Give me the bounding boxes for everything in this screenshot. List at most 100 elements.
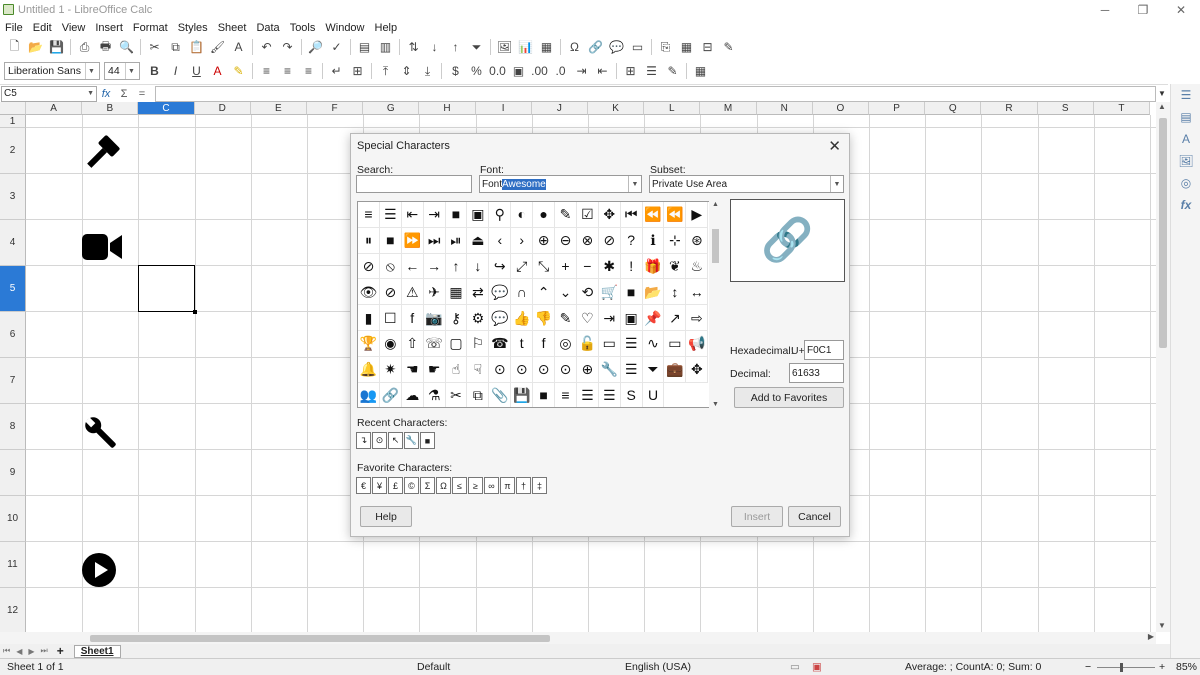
last-sheet-icon[interactable]: ⏭ <box>41 646 48 656</box>
cancel-button[interactable]: Cancel <box>788 506 841 527</box>
comment-icon[interactable]: 💬 <box>607 38 626 57</box>
character-cell[interactable]: ℹ <box>642 227 665 254</box>
character-cell[interactable]: ⚙ <box>467 305 490 331</box>
row-header-7[interactable]: 7 <box>0 358 26 404</box>
column-header-i[interactable]: I <box>475 102 532 115</box>
hscroll-thumb[interactable] <box>90 635 550 642</box>
sort-ascending-icon[interactable]: ↓ <box>425 38 444 57</box>
character-cell[interactable]: ⊘ <box>379 279 402 306</box>
character-cell[interactable]: ⊙ <box>489 356 512 383</box>
favorite-character[interactable]: £ <box>388 477 403 494</box>
pivot-table-icon[interactable]: ▦ <box>537 38 556 57</box>
row-header-4[interactable]: 4 <box>0 220 26 266</box>
maximize-button[interactable]: ❐ <box>1124 0 1162 19</box>
chevron-down-icon[interactable]: ▼ <box>85 63 97 79</box>
row-header-12[interactable]: 12 <box>0 588 26 632</box>
wrap-text-icon[interactable]: ↵ <box>327 62 346 81</box>
navigator-icon[interactable]: ◎ <box>1171 172 1200 194</box>
character-cell[interactable]: ⊛ <box>686 227 709 254</box>
menu-file[interactable]: File <box>0 22 28 34</box>
column-header-b[interactable]: B <box>82 102 139 115</box>
date-format-icon[interactable]: ▣ <box>509 62 528 81</box>
character-cell[interactable]: ◐ <box>511 202 534 228</box>
undo-icon[interactable]: ↶ <box>257 38 276 57</box>
character-cell[interactable]: ≡ <box>358 202 380 228</box>
character-cell[interactable]: ⤡ <box>533 253 556 280</box>
align-center-icon[interactable]: ≡ <box>278 62 297 81</box>
percent-icon[interactable]: % <box>467 62 486 81</box>
subset-select[interactable]: Private Use Area ▼ <box>649 175 844 193</box>
styles-icon[interactable]: A <box>1171 128 1200 150</box>
bold-icon[interactable]: B <box>145 62 164 81</box>
column-header-t[interactable]: T <box>1093 102 1150 115</box>
character-cell[interactable]: ⇧ <box>401 330 424 357</box>
video-camera-icon[interactable] <box>82 230 124 272</box>
menu-window[interactable]: Window <box>320 22 369 34</box>
character-cell[interactable]: ⊙ <box>511 356 534 383</box>
character-cell[interactable]: ⊕ <box>533 227 556 254</box>
character-cell[interactable]: ⏯ <box>445 227 468 254</box>
menu-sheet[interactable]: Sheet <box>213 22 252 34</box>
character-cell[interactable]: 💾 <box>511 382 534 407</box>
menu-data[interactable]: Data <box>251 22 284 34</box>
character-cell[interactable]: ☚ <box>401 356 424 383</box>
character-cell[interactable]: ↗ <box>664 305 687 331</box>
name-box[interactable]: C5 ▼ <box>1 85 97 102</box>
selected-cell-c5[interactable] <box>138 265 197 314</box>
borders-icon[interactable]: ⊞ <box>621 62 640 81</box>
sort-icon[interactable]: ⇅ <box>404 38 423 57</box>
character-cell[interactable]: + <box>555 253 577 280</box>
favorite-character[interactable]: © <box>404 477 419 494</box>
column-header-s[interactable]: S <box>1037 102 1094 115</box>
character-cell[interactable]: 🛒 <box>598 279 621 306</box>
favorite-character[interactable]: π <box>500 477 515 494</box>
character-cell[interactable]: ⌄ <box>555 279 577 306</box>
character-cell[interactable]: 🏆 <box>358 330 380 357</box>
character-cell[interactable]: ⏪ <box>642 202 665 228</box>
wrench-icon[interactable] <box>82 414 120 461</box>
character-cell[interactable]: ≡ <box>555 382 577 407</box>
character-cell[interactable]: ■ <box>379 227 402 254</box>
character-cell[interactable]: ⚠ <box>401 279 424 306</box>
character-cell[interactable]: ⇄ <box>467 279 490 306</box>
merge-cells-icon[interactable]: ⊞ <box>348 62 367 81</box>
character-cell[interactable]: ▭ <box>664 330 687 357</box>
autofilter-icon[interactable]: ⏷ <box>467 38 486 57</box>
character-cell[interactable]: ! <box>620 253 643 280</box>
conditional-format-icon[interactable]: ▦ <box>691 62 710 81</box>
character-cell[interactable]: ⊙ <box>555 356 577 383</box>
character-cell[interactable]: › <box>511 227 534 254</box>
menu-view[interactable]: View <box>57 22 91 34</box>
character-cell[interactable]: ⚲ <box>489 202 512 228</box>
image-icon[interactable]: 🖼 <box>495 38 514 57</box>
font-size-combo[interactable]: 44 ▼ <box>104 62 140 80</box>
underline-icon[interactable]: U <box>187 62 206 81</box>
character-cell[interactable]: ☑ <box>576 202 599 228</box>
column-header-a[interactable]: A <box>26 102 83 115</box>
character-cell[interactable]: ⏭ <box>423 227 446 254</box>
character-cell[interactable]: ← <box>401 253 424 280</box>
column-header-f[interactable]: F <box>307 102 364 115</box>
character-cell[interactable]: ✈ <box>423 279 446 306</box>
recent-character[interactable]: ⊙ <box>372 432 387 449</box>
gavel-icon[interactable] <box>82 133 122 182</box>
scroll-down-icon[interactable]: ▼ <box>1158 621 1166 630</box>
split-window-icon[interactable]: ⊟ <box>698 38 717 57</box>
character-cell[interactable]: ◎ <box>555 330 577 357</box>
character-cell[interactable]: 🔔 <box>358 356 380 383</box>
status-sum[interactable]: Average: ; CountA: 0; Sum: 0 <box>905 661 1041 673</box>
column-header-m[interactable]: M <box>700 102 757 115</box>
indent-increase-icon[interactable]: ⇥ <box>572 62 591 81</box>
character-cell[interactable]: ▣ <box>467 202 490 228</box>
italic-icon[interactable]: I <box>166 62 185 81</box>
character-cell[interactable]: U <box>643 382 665 407</box>
character-cell[interactable]: ✎ <box>555 305 577 331</box>
play-circle-icon[interactable] <box>82 553 116 596</box>
character-cell[interactable]: ✎ <box>555 202 577 228</box>
menu-help[interactable]: Help <box>370 22 403 34</box>
column-header-p[interactable]: P <box>869 102 926 115</box>
search-input[interactable] <box>356 175 472 193</box>
character-cell[interactable]: ♡ <box>576 305 599 331</box>
recent-character[interactable]: ↴ <box>356 432 371 449</box>
character-cell[interactable]: ∿ <box>642 330 665 357</box>
